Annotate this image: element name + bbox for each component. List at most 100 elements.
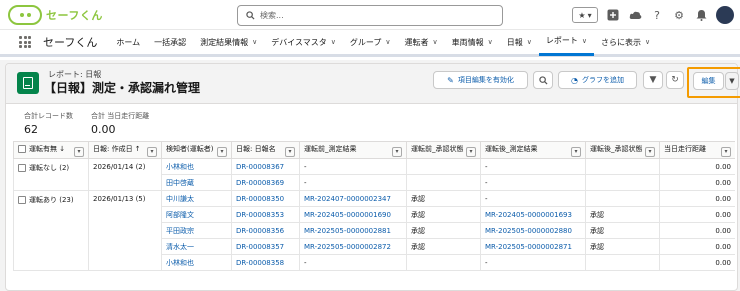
summary-value: 62: [24, 123, 38, 136]
cell-report-name-link[interactable]: DR-00008353: [236, 211, 284, 219]
bell-icon[interactable]: [694, 8, 708, 22]
cell-report-name-link[interactable]: DR-00008356: [236, 227, 284, 235]
gear-icon[interactable]: ⚙: [672, 8, 686, 22]
nav-item-label: ホーム: [116, 37, 141, 47]
edit-button-label: 編集: [701, 77, 716, 85]
cell-driver: 中川謙太: [161, 190, 232, 207]
cell-driver-link[interactable]: 小林和也: [166, 259, 194, 267]
cell-report-name-link[interactable]: DR-00008357: [236, 243, 284, 251]
column-menu-chevron-icon[interactable]: ▾: [217, 146, 227, 157]
column-menu-chevron-icon[interactable]: ▾: [285, 146, 295, 157]
nav-item[interactable]: 測定結果情報 ∨: [193, 29, 264, 56]
summary-value: 0.00: [91, 123, 116, 136]
column-label: 運転前_測定結果: [304, 144, 357, 153]
column-menu-chevron-icon[interactable]: ▾: [392, 146, 402, 157]
app-launcher-icon[interactable]: [19, 36, 31, 48]
column-header-post-result[interactable]: 運転後_測定結果 ▾: [480, 141, 586, 159]
nav-item-label: 車両情報: [451, 37, 484, 47]
cell-driver: 田中啓蔵: [161, 174, 232, 191]
nav-item[interactable]: さらに表示 ∨: [594, 29, 657, 56]
cell-post-result-link[interactable]: MR-202505-0000002871: [485, 243, 572, 251]
cell-driver-link[interactable]: 田中啓蔵: [166, 179, 194, 187]
group-cell-drive-status: 運転あり (23): [13, 190, 89, 271]
cell-pre-result-link[interactable]: MR-202405-0000001690: [304, 211, 391, 219]
chevron-down-icon[interactable]: ∨: [645, 38, 650, 46]
cell-pre-result: -: [299, 174, 407, 191]
edit-menu-button[interactable]: ▼: [725, 72, 739, 90]
nav-item[interactable]: 日報 ∨: [500, 29, 539, 56]
nav-item-label: 測定結果情報: [200, 37, 249, 47]
cell-post-result-link[interactable]: MR-202505-0000002880: [485, 227, 572, 235]
search-placeholder: 検索...: [260, 11, 284, 20]
column-header-distance[interactable]: 当日走行距離 ▾: [659, 141, 735, 159]
cell-pre-status: 承認: [406, 206, 481, 223]
column-header-post-status[interactable]: 運転後_承認状態 ▾: [585, 141, 660, 159]
cell-post-status: [585, 174, 660, 191]
cell-pre-result-link[interactable]: MR-202505-0000002872: [304, 243, 391, 251]
cell-driver-link[interactable]: 阿部隆文: [166, 211, 194, 219]
trailhead-cloud-icon[interactable]: [628, 8, 642, 22]
column-menu-chevron-icon[interactable]: ▾: [721, 146, 731, 157]
chevron-down-icon[interactable]: ∨: [385, 38, 390, 46]
enable-inline-edit-button[interactable]: ✎ 項目編集を有効化: [433, 71, 528, 89]
column-header-created-date[interactable]: 日報: 作成日 ↑ ▾: [88, 141, 162, 159]
chevron-down-icon[interactable]: ∨: [582, 37, 587, 45]
group-checkbox[interactable]: [18, 196, 26, 204]
global-search-input[interactable]: 検索...: [237, 5, 503, 26]
logo-text: セーフくん: [46, 9, 103, 22]
cell-pre-result-link[interactable]: MR-202505-0000002881: [304, 227, 391, 235]
cell-post-status: 承認: [585, 222, 660, 239]
edit-button[interactable]: 編集: [693, 72, 724, 90]
nav-item-label: さらに表示: [601, 37, 642, 47]
cell-driver: 阿部隆文: [161, 206, 232, 223]
cell-report-name-link[interactable]: DR-00008367: [236, 163, 284, 171]
column-menu-chevron-icon[interactable]: ▾: [571, 146, 581, 157]
cell-pre-result-link[interactable]: MR-202407-0000002347: [304, 195, 391, 203]
favorites-button[interactable]: ★ ▾: [572, 7, 598, 23]
column-header-driver[interactable]: 検知者(運転者) ▾: [161, 141, 232, 159]
cell-driver-link[interactable]: 小林和也: [166, 163, 194, 171]
cell-report-name-link[interactable]: DR-00008350: [236, 195, 284, 203]
cell-driver-link[interactable]: 中川謙太: [166, 195, 194, 203]
add-chart-button[interactable]: ◔ グラフを追加: [558, 71, 637, 89]
search-report-button[interactable]: [533, 71, 553, 89]
cell-post-result-link[interactable]: MR-202405-0000001693: [485, 211, 572, 219]
cell-driver-link[interactable]: 清水太一: [166, 243, 194, 251]
column-header-pre-status[interactable]: 運転前_承認状態 ▾: [406, 141, 481, 159]
column-menu-chevron-icon[interactable]: ▾: [466, 146, 476, 157]
column-header-report-name[interactable]: 日報: 日報名 ▾: [231, 141, 300, 159]
chevron-down-icon[interactable]: ∨: [433, 38, 438, 46]
column-header-drive-status[interactable]: 運転有無 ↓ ▾: [13, 141, 89, 159]
cell-post-status: 承認: [585, 238, 660, 255]
user-avatar[interactable]: [716, 6, 734, 24]
cell-post-status: [585, 158, 660, 175]
cell-report-name-link[interactable]: DR-00008358: [236, 259, 284, 267]
chevron-down-icon[interactable]: ∨: [252, 38, 257, 46]
chevron-down-icon[interactable]: ∨: [527, 38, 532, 46]
chevron-down-icon[interactable]: ∨: [331, 38, 336, 46]
column-menu-chevron-icon[interactable]: ▾: [74, 146, 84, 157]
column-menu-chevron-icon[interactable]: ▾: [645, 146, 655, 157]
nav-item[interactable]: 一括承認: [147, 29, 193, 56]
nav-item[interactable]: 車両情報 ∨: [445, 29, 500, 56]
header-utility-icons: ★ ▾ ? ⚙: [572, 6, 734, 24]
global-actions-plus-icon[interactable]: [606, 8, 620, 22]
column-menu-chevron-icon[interactable]: ▾: [147, 146, 157, 157]
nav-item[interactable]: デバイスマスタ ∨: [264, 29, 343, 56]
group-checkbox[interactable]: [18, 164, 26, 172]
help-icon[interactable]: ?: [650, 8, 664, 22]
app-logo[interactable]: セーフくん: [8, 5, 103, 25]
cell-report-name-link[interactable]: DR-00008369: [236, 179, 284, 187]
nav-item[interactable]: ホーム: [109, 29, 147, 56]
cell-report-name: DR-00008367: [231, 158, 300, 175]
chevron-down-icon[interactable]: ∨: [488, 38, 493, 46]
select-all-checkbox[interactable]: [18, 144, 26, 153]
nav-item[interactable]: 運転者 ∨: [398, 29, 445, 56]
filter-button[interactable]: ▼: [643, 71, 663, 89]
column-header-pre-result[interactable]: 運転前_測定結果 ▾: [299, 141, 407, 159]
nav-item[interactable]: グループ ∨: [343, 29, 398, 56]
cell-post-status: [585, 190, 660, 207]
nav-item[interactable]: レポート ∨: [538, 29, 595, 56]
cell-driver-link[interactable]: 平田政宗: [166, 227, 194, 235]
refresh-button[interactable]: ↻: [666, 71, 684, 89]
